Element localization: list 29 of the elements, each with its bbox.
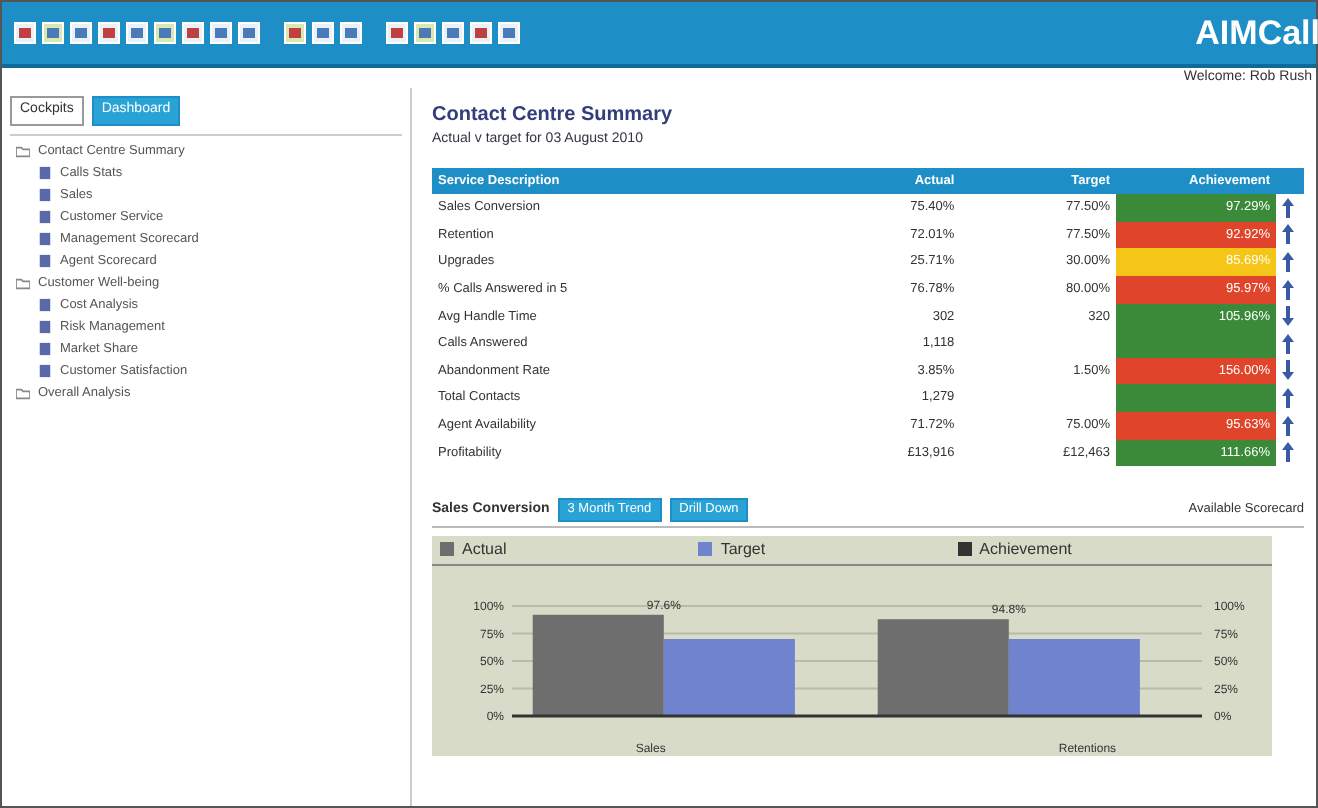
toolbar-icon[interactable] [154, 22, 176, 44]
page-title: Contact Centre Summary [432, 102, 675, 130]
app-title: AIMCall [1195, 11, 1318, 56]
folder-icon [16, 385, 30, 399]
toolbar-icon[interactable] [98, 22, 120, 44]
toolbar-icon[interactable] [340, 22, 362, 44]
toolbar-icon[interactable] [182, 22, 204, 44]
toolbar-icon[interactable] [312, 22, 334, 44]
toolbar-icon[interactable] [470, 22, 492, 44]
toolbar-icon[interactable] [238, 22, 260, 44]
toolbar-icon[interactable] [126, 22, 148, 44]
chart-bar [1008, 638, 1140, 716]
chart-bar [532, 614, 664, 716]
folder-icon [16, 275, 30, 289]
toolbar-icon[interactable] [284, 22, 306, 44]
chart-bar [877, 619, 1009, 716]
toolbar-icon[interactable] [42, 22, 64, 44]
toolbar-icon[interactable] [70, 22, 92, 44]
toolbar-icon[interactable] [414, 22, 436, 44]
toolbar-icon[interactable] [442, 22, 464, 44]
toolbar-icon[interactable] [386, 22, 408, 44]
toolbar-icon[interactable] [14, 22, 36, 44]
toolbar-icon[interactable] [210, 22, 232, 44]
folder-icon [16, 143, 30, 157]
chart-bar [663, 638, 795, 716]
toolbar-icon[interactable] [498, 22, 520, 44]
legend-item: Achievement [957, 537, 1264, 562]
legend-item: Actual [440, 537, 699, 562]
legend-item: Target [698, 537, 958, 562]
